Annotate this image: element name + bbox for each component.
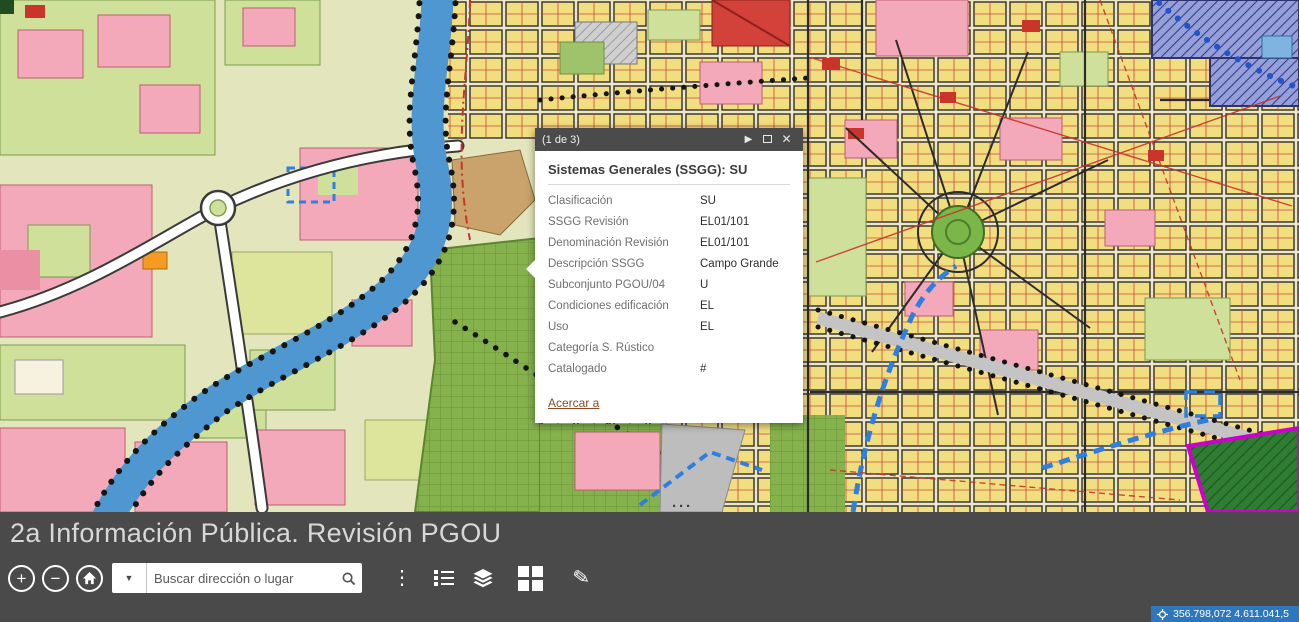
popup-header: (1 de 3) ▶ ✕	[535, 128, 803, 151]
field-label: Condiciones edificación	[548, 299, 700, 314]
coordinates-readout: 356.798,072 4.611.041,5	[1173, 608, 1289, 620]
popup-pagination: (1 de 3)	[542, 134, 739, 146]
coordinates-bar: 356.798,072 4.611.041,5	[1151, 606, 1299, 622]
field-row: Denominación Revisión EL01/101	[548, 233, 790, 254]
popup-title: Sistemas Generales (SSGG): SU	[548, 162, 790, 185]
field-label: Uso	[548, 320, 700, 335]
search-box	[147, 563, 362, 593]
basemap-gallery-button[interactable]	[518, 566, 543, 591]
field-row: Clasificación SU	[548, 191, 790, 212]
basemap-gallery-icon	[532, 566, 543, 577]
field-row: Uso EL	[548, 317, 790, 338]
gis-viewer: (1 de 3) ▶ ✕ Sistemas Generales (SSGG): …	[0, 0, 1299, 622]
field-label: Denominación Revisión	[548, 236, 700, 251]
field-value: #	[700, 362, 706, 377]
overflow-menu-button[interactable]: ⋮	[392, 568, 412, 588]
basemap-gallery-icon	[532, 580, 543, 591]
zoom-out-button[interactable]: −	[42, 565, 69, 592]
legend-icon	[434, 569, 454, 587]
popup-body: Sistemas Generales (SSGG): SU Clasificac…	[535, 151, 803, 423]
home-button[interactable]	[76, 565, 103, 592]
search-bar: ▼	[112, 563, 362, 593]
field-row: Condiciones edificación EL	[548, 296, 790, 317]
measure-button[interactable]: ✎	[572, 567, 591, 589]
minus-icon: −	[51, 570, 61, 587]
field-row: Catalogado #	[548, 359, 790, 380]
basemap-gallery-icon	[518, 566, 529, 577]
field-row: Subconjunto PGOU/04 U	[548, 275, 790, 296]
bottom-bar: 2a Información Pública. Revisión PGOU + …	[0, 512, 1299, 622]
maximize-icon-glyph	[763, 135, 772, 143]
layers-icon	[472, 568, 494, 588]
field-label: Clasificación	[548, 194, 700, 209]
map-toolbar: + − ▼	[8, 563, 590, 593]
field-value: EL	[700, 299, 714, 314]
field-label: Categoría S. Rústico	[548, 341, 700, 356]
crosshair-icon[interactable]	[1157, 609, 1168, 620]
page-title: 2a Información Pública. Revisión PGOU	[0, 512, 1299, 549]
feature-popup: (1 de 3) ▶ ✕ Sistemas Generales (SSGG): …	[535, 128, 803, 423]
field-row: SSGG Revisión EL01/101	[548, 212, 790, 233]
field-label: SSGG Revisión	[548, 215, 700, 230]
field-value: EL	[700, 320, 714, 335]
zoom-in-button[interactable]: +	[8, 565, 35, 592]
basemap-gallery-icon	[518, 580, 529, 591]
next-feature-icon[interactable]: ▶	[739, 128, 758, 151]
field-label: Subconjunto PGOU/04	[548, 278, 700, 293]
layers-button[interactable]	[472, 568, 494, 588]
field-value: U	[700, 278, 708, 293]
search-button[interactable]	[334, 571, 362, 586]
zoom-to-link[interactable]: Acercar a	[548, 396, 599, 410]
close-icon[interactable]: ✕	[777, 128, 796, 151]
field-row: Categoría S. Rústico	[548, 338, 790, 359]
field-value: SU	[700, 194, 716, 209]
field-row: Descripción SSGG Campo Grande	[548, 254, 790, 275]
field-value: EL01/101	[700, 236, 749, 251]
field-value: Campo Grande	[700, 257, 779, 272]
home-icon	[82, 571, 97, 586]
search-source-dropdown[interactable]: ▼	[112, 563, 147, 593]
field-label: Descripción SSGG	[548, 257, 700, 272]
chevron-down-icon: ▼	[125, 573, 134, 583]
maximize-icon[interactable]	[758, 128, 777, 151]
search-input[interactable]	[147, 571, 334, 586]
field-value: EL01/101	[700, 215, 749, 230]
search-icon	[341, 571, 356, 586]
legend-button[interactable]	[434, 569, 454, 587]
popup-pointer	[526, 260, 535, 278]
field-label: Catalogado	[548, 362, 700, 377]
plus-icon: +	[17, 570, 27, 587]
